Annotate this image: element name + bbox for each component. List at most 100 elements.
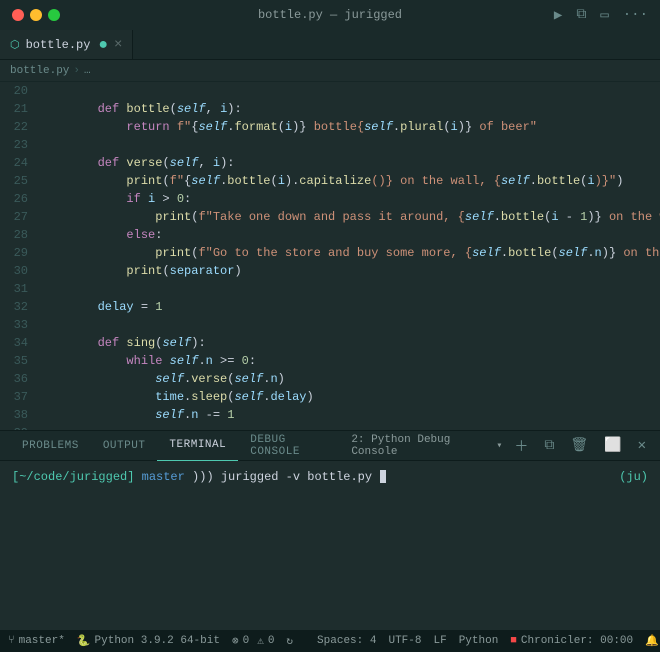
close-button[interactable] [12,9,24,21]
git-icon: ⑂ [8,635,15,647]
token: 1 [227,408,234,422]
token: ( [551,246,558,260]
code-line: self.n -= 1 [40,406,660,424]
tab-close-icon[interactable]: × [114,38,122,52]
token: : [184,192,191,206]
sync-icon: ↻ [286,634,293,648]
more-actions-icon[interactable]: ··· [619,5,652,25]
tab-debug-console[interactable]: DEBUG CONSOLE [238,431,351,461]
token: print [155,246,191,260]
line-number: 26 [0,190,28,208]
minimize-button[interactable] [30,9,42,21]
line-number: 30 [0,262,28,280]
terminal-body[interactable]: (ju) [~/code/jurigged] master ))) jurigg… [0,461,660,630]
line-number: 24 [0,154,28,172]
token [40,174,126,188]
status-notification[interactable]: 🔔 [645,634,659,648]
token: n [595,246,602,260]
tab-label: bottle.py [26,38,91,52]
token: sing [126,336,155,350]
status-sync[interactable]: ↻ [286,634,293,648]
token: self [501,174,530,188]
line-number: 28 [0,226,28,244]
terminal-branch: master [142,470,185,484]
line-number: 37 [0,388,28,406]
status-errors[interactable]: ⊗ 0 ⚠ 0 [232,634,274,648]
token: i [587,174,594,188]
token: 0 [242,354,249,368]
token: self [170,354,199,368]
token: f"Go to the store and buy some more, { [198,246,472,260]
status-spaces[interactable]: Spaces: 4 [317,635,376,647]
code-line: print ( f"Go to the store and buy some mor… [40,244,660,262]
maximize-panel-icon[interactable]: ⬜ [600,435,625,456]
status-python[interactable]: 🐍 Python 3.9.2 64-bit [77,634,220,648]
status-git-branch[interactable]: ⑂ master* [8,635,65,647]
code-line: print(f"{self.bottle(i).capitalize()} on… [40,172,660,190]
console-dropdown-icon[interactable]: ▾ [496,440,502,452]
kill-terminal-icon[interactable]: 🗑 [566,435,592,456]
token: i [451,120,458,134]
token: ( [443,120,450,134]
status-line-ending[interactable]: LF [433,635,446,647]
code-line [40,82,660,100]
python-icon: 🐍 [77,634,91,648]
editor-row: 2021222324252627282930313233343536373839… [0,82,660,430]
token: ( [162,156,169,170]
close-panel-icon[interactable]: ✕ [634,435,650,456]
toggle-panel-icon[interactable]: ▭ [596,5,612,26]
run-icon[interactable]: ▶ [550,5,566,26]
tab-bottle-py[interactable]: ⬡ bottle.py ● × [0,30,133,59]
tab-output[interactable]: OUTPUT [91,431,158,461]
breadcrumb-location[interactable]: … [84,65,91,77]
token: , [206,102,220,116]
code-content[interactable]: def bottle(self, i): return f"{self.form… [36,82,660,430]
token: else [126,228,155,242]
token: self [465,210,494,224]
code-line: def verse(self, i): [40,154,660,172]
line-numbers: 2021222324252627282930313233343536373839… [0,82,36,430]
token: ) [306,390,313,404]
status-language[interactable]: Python [459,635,499,647]
token: i [213,156,220,170]
line-number: 22 [0,118,28,136]
code-line: print(f"Take one down and pass it around… [40,208,660,226]
token: self [155,408,184,422]
token: self [177,102,206,116]
token: delay [98,300,134,314]
token: . [494,210,501,224]
token [40,300,98,314]
token: n [206,354,213,368]
token: of beer" [472,120,537,134]
breadcrumb-file[interactable]: bottle.py [10,65,69,77]
error-icon: ⊗ [232,634,239,648]
token: format [234,120,277,134]
token: )}" [595,174,617,188]
token: . [198,354,205,368]
token: self [155,372,184,386]
tab-problems[interactable]: PROBLEMS [10,431,91,461]
split-editor-icon[interactable]: ⧉ [572,5,590,25]
console-label[interactable]: 2: Python Debug Console ▾ [351,434,502,458]
maximize-button[interactable] [48,9,60,21]
tab-terminal[interactable]: TERMINAL [157,431,238,461]
terminal-separator: ))) [192,470,221,484]
token: 0 [177,192,184,206]
status-chronicler[interactable]: ■ Chronicler: 00:00 [510,635,633,647]
code-line [40,280,660,298]
line-number: 35 [0,352,28,370]
line-number: 25 [0,172,28,190]
status-encoding[interactable]: UTF-8 [388,635,421,647]
token: time [155,390,184,404]
split-terminal-icon[interactable]: ⧉ [540,436,558,456]
token: ) [616,174,623,188]
window-title: bottle.py — jurigged [258,8,402,22]
code-line: def bottle(self, i): [40,100,660,118]
notification-icon: 🔔 [645,634,659,648]
token: ): [220,156,234,170]
add-terminal-icon[interactable]: ＋ [510,434,532,458]
record-icon: ■ [510,635,517,647]
code-line: while self.n >= 0: [40,352,660,370]
token: bottle [126,102,169,116]
encoding-label: UTF-8 [388,635,421,647]
